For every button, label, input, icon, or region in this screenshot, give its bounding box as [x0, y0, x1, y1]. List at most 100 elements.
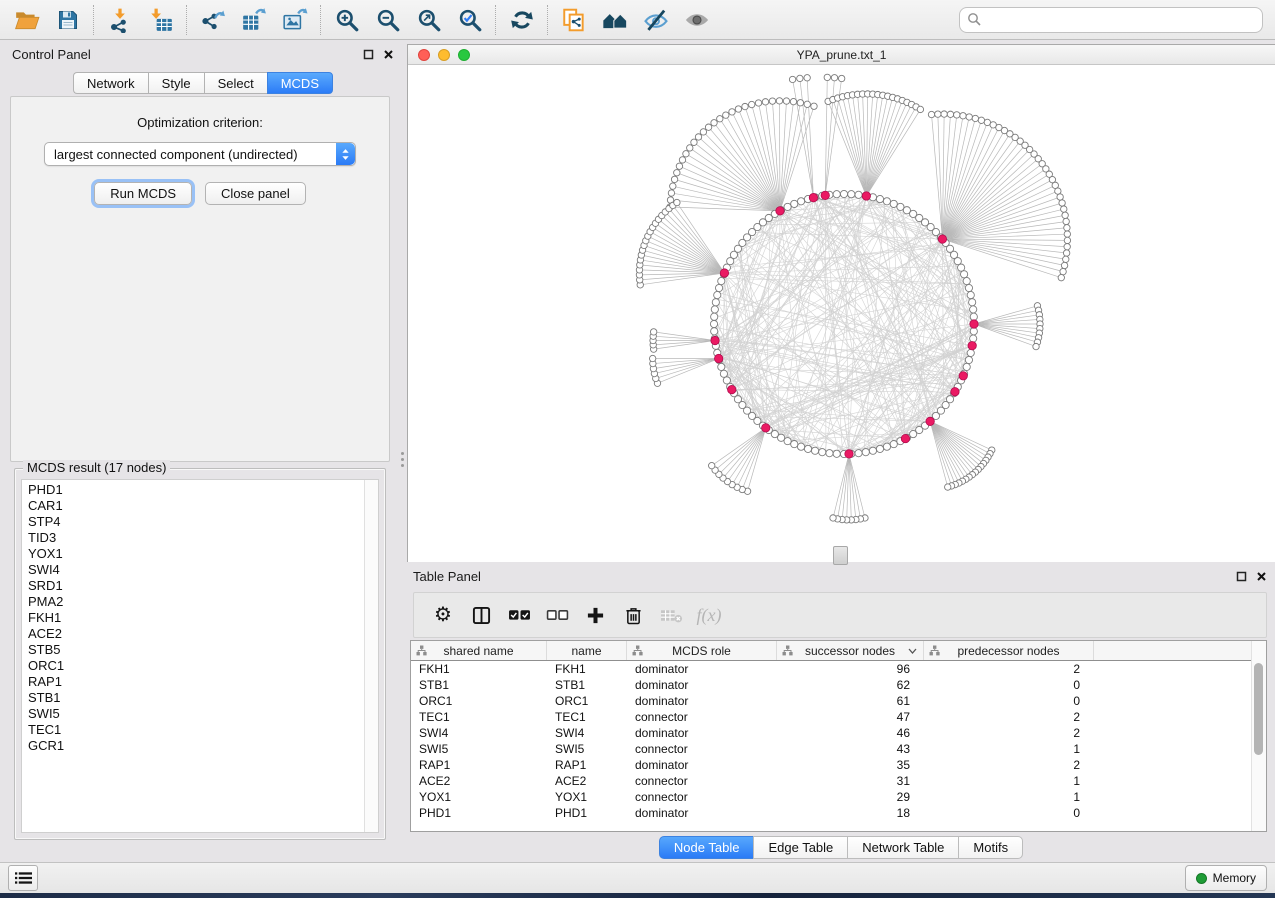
mcds-result-item[interactable]: PHD1 — [28, 482, 364, 498]
tab-mcds[interactable]: MCDS — [267, 72, 333, 94]
table-row[interactable]: ACE2ACE2connector311 — [411, 773, 1251, 789]
tab-style[interactable]: Style — [148, 72, 204, 94]
open-file-button[interactable] — [6, 3, 47, 37]
table-row[interactable]: ORC1ORC1dominator610 — [411, 693, 1251, 709]
control-panel-title: Control Panel — [12, 47, 91, 62]
table-row[interactable]: YOX1YOX1connector291 — [411, 789, 1251, 805]
mcds-result-item[interactable]: YOX1 — [28, 546, 364, 562]
export-image-button[interactable] — [274, 3, 315, 37]
table-scrollbar-thumb[interactable] — [1254, 663, 1263, 755]
export-table-button[interactable] — [233, 3, 274, 37]
table-row[interactable]: STB1STB1dominator620 — [411, 677, 1251, 693]
cell-successor-nodes: 61 — [777, 694, 924, 708]
memory-label: Memory — [1213, 871, 1256, 885]
cell-successor-nodes: 62 — [777, 678, 924, 692]
mcds-tab-content: Optimization criterion: largest connecte… — [10, 96, 390, 462]
save-session-button[interactable] — [47, 3, 88, 37]
column-header-successor-nodes[interactable]: successor nodes — [777, 641, 924, 660]
mcds-result-item[interactable]: PMA2 — [28, 594, 364, 610]
cell-predecessor-nodes: 1 — [924, 790, 1094, 804]
zoom-out-button[interactable] — [367, 3, 408, 37]
cell-successor-nodes: 43 — [777, 742, 924, 756]
cell-successor-nodes: 29 — [777, 790, 924, 804]
table-row[interactable]: PHD1PHD1dominator180 — [411, 805, 1251, 821]
split-panel-button[interactable] — [462, 597, 500, 633]
column-header-name[interactable]: name — [547, 641, 627, 660]
mcds-result-item[interactable]: TID3 — [28, 530, 364, 546]
delete-column-button[interactable] — [614, 597, 652, 633]
main-toolbar — [0, 0, 1275, 40]
duplicate-network-button[interactable] — [553, 3, 594, 37]
first-neighbors-houses-icon — [601, 6, 629, 34]
zoom-fit-button[interactable] — [408, 3, 449, 37]
zoom-in-button[interactable] — [326, 3, 367, 37]
mcds-result-item[interactable]: STB1 — [28, 690, 364, 706]
network-canvas[interactable] — [408, 65, 1275, 562]
tab-select[interactable]: Select — [204, 72, 267, 94]
mcds-result-item[interactable]: SRD1 — [28, 578, 364, 594]
mcds-result-item[interactable]: ORC1 — [28, 658, 364, 674]
table-row[interactable]: SWI5SWI5connector431 — [411, 741, 1251, 757]
function-builder-button-disabled[interactable]: f(x) — [690, 597, 728, 633]
refresh-view-button[interactable] — [501, 3, 542, 37]
mcds-result-item[interactable]: TEC1 — [28, 722, 364, 738]
column-header-MCDS-role[interactable]: MCDS role — [627, 641, 777, 660]
zoom-selected-button[interactable] — [449, 3, 490, 37]
table-row[interactable]: RAP1RAP1dominator352 — [411, 757, 1251, 773]
mcds-result-item[interactable]: FKH1 — [28, 610, 364, 626]
tab-network[interactable]: Network — [73, 72, 148, 94]
cell-predecessor-nodes: 2 — [924, 710, 1094, 724]
toolbar-separator — [320, 5, 321, 35]
mcds-result-item[interactable]: ACE2 — [28, 626, 364, 642]
deselect-all-button[interactable] — [538, 597, 576, 633]
mcds-result-item[interactable]: SWI4 — [28, 562, 364, 578]
network-graph[interactable] — [408, 65, 1274, 562]
column-header-predecessor-nodes[interactable]: predecessor nodes — [924, 641, 1094, 660]
table-row[interactable]: FKH1FKH1dominator962 — [411, 661, 1251, 677]
column-label: successor nodes — [805, 644, 895, 658]
delete-table-button-disabled[interactable] — [652, 597, 690, 633]
vertical-splitter-handle[interactable] — [399, 444, 405, 474]
hide-selected-button[interactable] — [635, 3, 676, 37]
select-all-button[interactable] — [500, 597, 538, 633]
run-mcds-button[interactable]: Run MCDS — [94, 182, 192, 205]
import-table-button[interactable] — [140, 3, 181, 37]
column-label: name — [571, 644, 601, 658]
mcds-result-item[interactable]: CAR1 — [28, 498, 364, 514]
network-window-titlebar: YPA_prune.txt_1 — [408, 45, 1275, 65]
show-all-button[interactable] — [676, 3, 717, 37]
optimization-criterion-select[interactable]: largest connected component (undirected) — [44, 142, 356, 166]
add-column-button[interactable] — [576, 597, 614, 633]
delete-table-icon — [660, 607, 683, 624]
mcds-list-scrollbar[interactable] — [364, 480, 378, 832]
tab-network-table[interactable]: Network Table — [847, 836, 958, 859]
cell-successor-nodes: 47 — [777, 710, 924, 724]
memory-button[interactable]: Memory — [1185, 865, 1267, 891]
tab-motifs[interactable]: Motifs — [958, 836, 1023, 859]
tab-node-table[interactable]: Node Table — [659, 836, 754, 859]
horizontal-splitter-handle[interactable] — [833, 546, 848, 565]
mcds-result-item[interactable]: GCR1 — [28, 738, 364, 754]
mcds-result-item[interactable]: SWI5 — [28, 706, 364, 722]
mcds-result-item[interactable]: RAP1 — [28, 674, 364, 690]
export-network-button[interactable] — [192, 3, 233, 37]
float-panel-icon[interactable] — [363, 49, 374, 60]
search-input[interactable] — [959, 7, 1263, 33]
close-panel-button[interactable]: Close panel — [205, 182, 306, 205]
mcds-result-item[interactable]: STB5 — [28, 642, 364, 658]
table-scrollbar[interactable] — [1251, 641, 1266, 831]
table-row[interactable]: TEC1TEC1connector472 — [411, 709, 1251, 725]
column-header-shared-name[interactable]: shared name — [411, 641, 547, 660]
first-neighbors-button[interactable] — [594, 3, 635, 37]
table-row[interactable]: SWI4SWI4dominator462 — [411, 725, 1251, 741]
close-panel-icon[interactable] — [1256, 571, 1267, 582]
tab-edge-table[interactable]: Edge Table — [753, 836, 847, 859]
import-network-button[interactable] — [99, 3, 140, 37]
float-panel-icon[interactable] — [1236, 571, 1247, 582]
save-floppy-icon — [56, 8, 80, 32]
show-panels-button[interactable] — [8, 865, 38, 891]
hide-eye-slash-icon — [642, 6, 670, 34]
mcds-result-item[interactable]: STP4 — [28, 514, 364, 530]
table-settings-button[interactable]: ⚙ — [424, 597, 462, 633]
close-panel-icon[interactable] — [383, 49, 394, 60]
